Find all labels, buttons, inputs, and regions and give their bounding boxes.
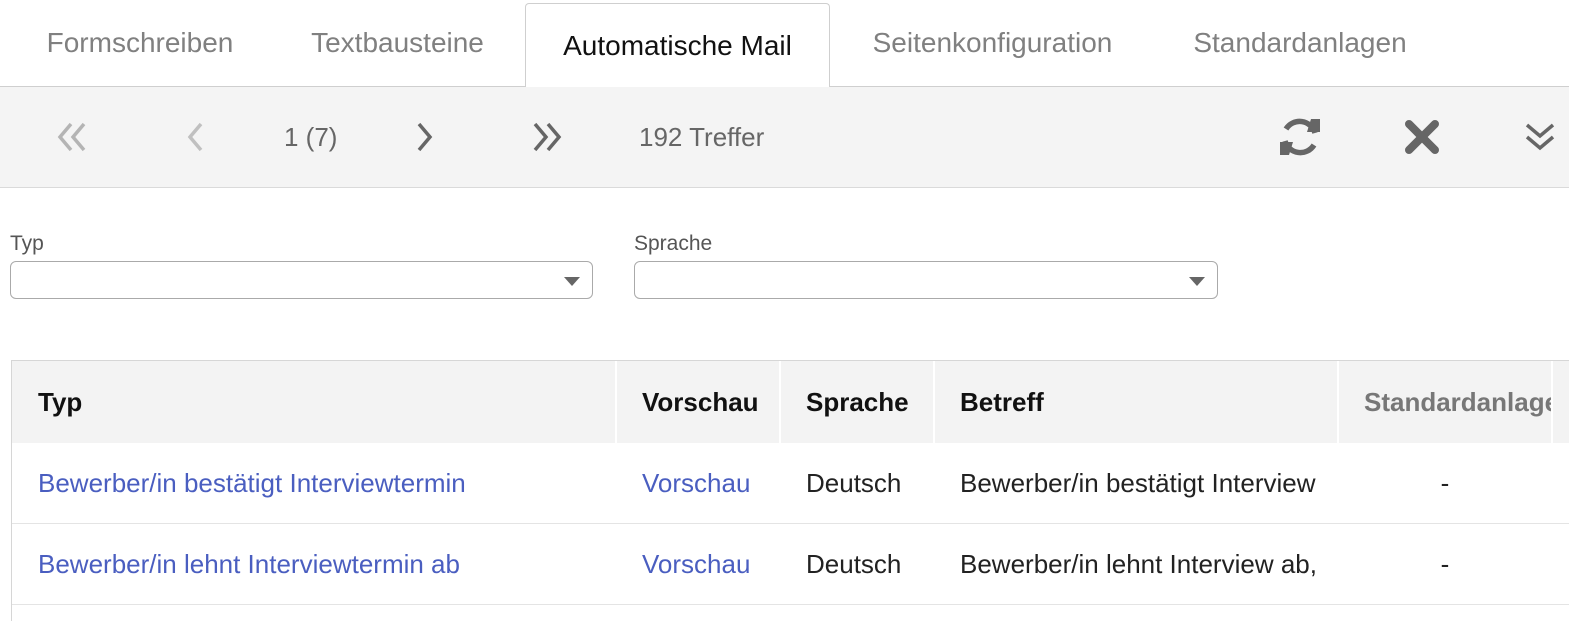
double-chevron-left-icon	[57, 122, 86, 152]
table-row: Bewerber/in bestätigt Interviewtermin Vo…	[12, 443, 1569, 524]
table-header: Typ Vorschau Sprache Betreff Standardanl…	[12, 361, 1569, 443]
refresh-icon	[1280, 118, 1320, 156]
table-row: Bewerber/in lehnt Interviewtermin ab Vor…	[12, 524, 1569, 605]
column-header-vorschau[interactable]: Vorschau	[616, 361, 780, 443]
close-icon	[1405, 120, 1439, 154]
pagination-toolbar: 1 (7) 192 Treffer	[0, 87, 1569, 188]
column-header-sprache[interactable]: Sprache	[780, 361, 934, 443]
row-vorschau-link[interactable]: Vorschau	[616, 443, 780, 523]
row-sprache: Deutsch	[806, 467, 902, 498]
sprache-filter-label: Sprache	[634, 232, 713, 255]
typ-select[interactable]	[10, 261, 593, 299]
row-standardanlage: -	[1440, 467, 1450, 498]
hits-count: 192 Treffer	[639, 121, 765, 152]
tab-automatische-mail[interactable]: Automatische Mail	[525, 3, 830, 87]
column-header-betreff[interactable]: Betreff	[934, 361, 1337, 443]
last-page-button[interactable]	[515, 87, 579, 187]
tab-bar: Formschreiben Textbausteine Automatische…	[0, 0, 1569, 87]
tab-seitenkonfiguration[interactable]: Seitenkonfiguration	[840, 0, 1145, 86]
double-chevron-right-icon	[533, 122, 562, 152]
row-sprache: Deutsch	[806, 548, 902, 579]
row-typ-link[interactable]: Bewerber/in bestätigt Interviewtermin	[12, 443, 615, 523]
double-chevron-down-icon	[1525, 123, 1555, 151]
row-betreff: Bewerber/in lehnt Interview ab,	[960, 548, 1317, 579]
mail-table: Typ Vorschau Sprache Betreff Standardanl…	[11, 360, 1569, 621]
sprache-select[interactable]	[634, 261, 1218, 299]
tab-textbausteine[interactable]: Textbausteine	[260, 0, 535, 86]
caret-down-icon	[1189, 277, 1205, 286]
typ-filter-label: Typ	[10, 232, 44, 255]
column-divider	[1551, 361, 1553, 443]
column-header-standardanlage[interactable]: Standardanlage	[1338, 361, 1552, 443]
typ-link-text[interactable]: Bewerber/in bestätigt Interviewtermin	[38, 468, 466, 499]
chevron-right-icon	[417, 122, 433, 152]
previous-page-button[interactable]	[165, 87, 225, 187]
vorschau-link-text[interactable]: Vorschau	[642, 468, 750, 499]
clear-button[interactable]	[1392, 87, 1452, 187]
refresh-button[interactable]	[1270, 87, 1330, 187]
vorschau-link-text[interactable]: Vorschau	[642, 549, 750, 580]
page-indicator: 1 (7)	[284, 121, 338, 152]
row-betreff: Bewerber/in bestätigt Interview	[960, 467, 1316, 498]
row-typ-link[interactable]: Bewerber/in lehnt Interviewtermin ab	[12, 524, 615, 604]
first-page-button[interactable]	[40, 87, 104, 187]
row-vorschau-link[interactable]: Vorschau	[616, 524, 780, 604]
column-header-typ[interactable]: Typ	[12, 361, 615, 443]
chevron-left-icon	[187, 122, 203, 152]
next-page-button[interactable]	[395, 87, 455, 187]
expand-filters-button[interactable]	[1512, 87, 1568, 187]
row-standardanlage: -	[1440, 548, 1450, 579]
tab-formschreiben[interactable]: Formschreiben	[0, 0, 280, 86]
typ-link-text[interactable]: Bewerber/in lehnt Interviewtermin ab	[38, 549, 460, 580]
caret-down-icon	[564, 277, 580, 286]
tab-standardanlagen[interactable]: Standardanlagen	[1160, 0, 1440, 86]
